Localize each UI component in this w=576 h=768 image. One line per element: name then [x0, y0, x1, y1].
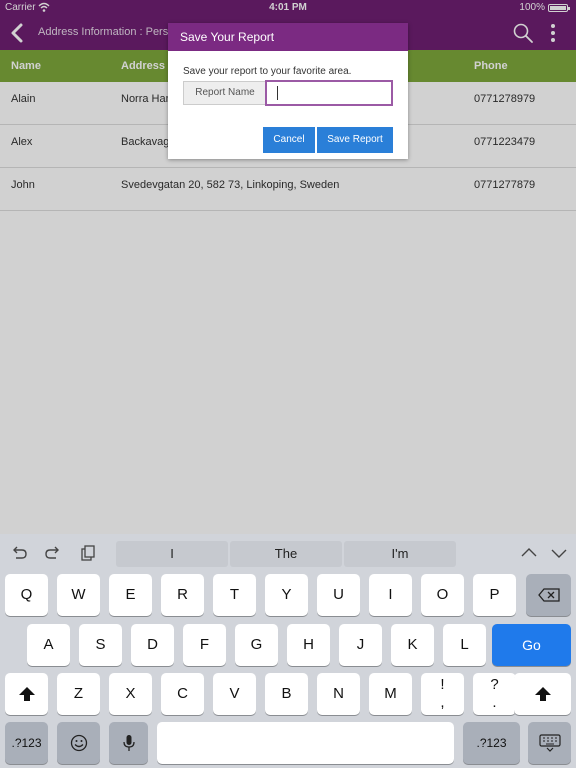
key-question: ?	[490, 676, 499, 693]
key-s[interactable]: S	[79, 624, 122, 666]
report-name-label: Report Name	[183, 81, 267, 105]
emoji-key[interactable]	[57, 722, 100, 764]
paste-icon[interactable]	[79, 544, 97, 562]
emoji-icon	[70, 734, 87, 752]
key-w[interactable]: W	[57, 574, 100, 616]
backspace-key[interactable]	[526, 574, 571, 616]
key-c[interactable]: C	[161, 673, 204, 715]
key-v[interactable]: V	[213, 673, 256, 715]
key-l[interactable]: L	[443, 624, 486, 666]
key-g[interactable]: G	[235, 624, 278, 666]
key-e[interactable]: E	[109, 574, 152, 616]
numbers-key-left[interactable]: .?123	[5, 722, 48, 764]
key-p[interactable]: P	[473, 574, 516, 616]
key-q[interactable]: Q	[5, 574, 48, 616]
key-exclamation: !	[440, 676, 445, 693]
hide-keyboard-key[interactable]	[528, 722, 571, 764]
key-a[interactable]: A	[27, 624, 70, 666]
key-h[interactable]: H	[287, 624, 330, 666]
key-f[interactable]: F	[183, 624, 226, 666]
chevron-up-icon[interactable]	[520, 544, 538, 562]
key-j[interactable]: J	[339, 624, 382, 666]
key-r[interactable]: R	[161, 574, 204, 616]
shift-key-left[interactable]	[5, 673, 48, 715]
key-u[interactable]: U	[317, 574, 360, 616]
key-y[interactable]: Y	[265, 574, 308, 616]
keyboard: I The I'm Q W E R T Y U I O P A S D F G …	[0, 534, 576, 768]
key-exclamation-comma[interactable]: ! ,	[421, 673, 464, 715]
key-x[interactable]: X	[109, 673, 152, 715]
undo-icon[interactable]	[10, 544, 28, 562]
microphone-icon	[122, 735, 135, 752]
key-question-period[interactable]: ? .	[473, 673, 516, 715]
dialog-message: Save your report to your favorite area.	[183, 66, 352, 77]
key-o[interactable]: O	[421, 574, 464, 616]
key-t[interactable]: T	[213, 574, 256, 616]
suggestion-2[interactable]: The	[230, 541, 342, 567]
key-z[interactable]: Z	[57, 673, 100, 715]
shift-icon	[534, 687, 551, 702]
backspace-icon	[537, 588, 560, 602]
shift-icon	[18, 687, 35, 702]
numbers-key-right[interactable]: .?123	[463, 722, 520, 764]
key-k[interactable]: K	[391, 624, 434, 666]
key-b[interactable]: B	[265, 673, 308, 715]
save-report-dialog: Save Your Report Save your report to you…	[168, 23, 408, 159]
report-name-input[interactable]	[265, 80, 393, 106]
dictation-key[interactable]	[109, 722, 148, 764]
space-key[interactable]	[157, 722, 454, 764]
key-comma: ,	[440, 694, 445, 711]
keyboard-hide-icon	[538, 734, 561, 752]
save-report-button[interactable]: Save Report	[317, 127, 393, 153]
key-m[interactable]: M	[369, 673, 412, 715]
chevron-down-icon[interactable]	[550, 544, 568, 562]
key-d[interactable]: D	[131, 624, 174, 666]
suggestion-1[interactable]: I	[116, 541, 228, 567]
go-key[interactable]: Go	[492, 624, 571, 666]
keyboard-toolbar: I The I'm	[0, 534, 576, 572]
dialog-title: Save Your Report	[168, 23, 408, 51]
redo-icon[interactable]	[44, 544, 62, 562]
suggestion-3[interactable]: I'm	[344, 541, 456, 567]
shift-key-right[interactable]	[514, 673, 571, 715]
key-i[interactable]: I	[369, 574, 412, 616]
text-caret	[277, 86, 278, 100]
key-n[interactable]: N	[317, 673, 360, 715]
key-period: .	[492, 694, 497, 711]
cancel-button[interactable]: Cancel	[263, 127, 315, 153]
